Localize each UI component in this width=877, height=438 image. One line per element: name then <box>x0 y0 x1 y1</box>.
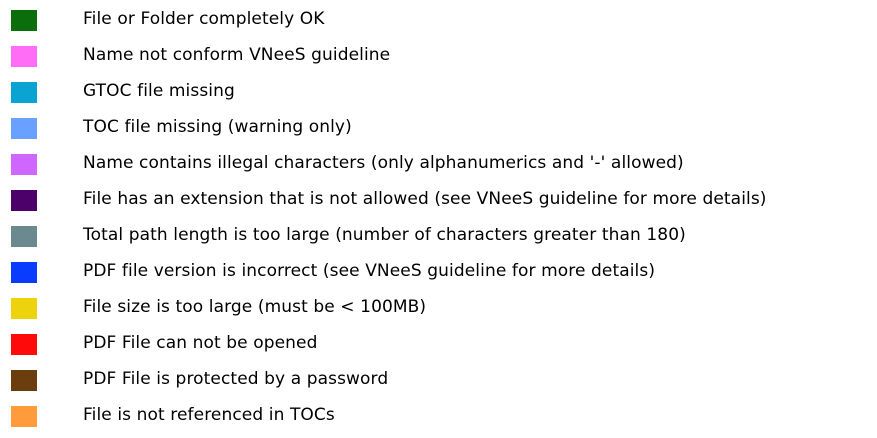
color-swatch-orange <box>11 406 37 427</box>
legend-item-extension-not-allowed: File has an extension that is not allowe… <box>0 186 877 222</box>
status-legend: File or Folder completely OK Name not co… <box>0 0 877 427</box>
legend-item-path-too-long: Total path length is too large (number o… <box>0 222 877 258</box>
legend-item-pdf-version: PDF file version is incorrect (see VNeeS… <box>0 258 877 294</box>
legend-item-name-not-conform: Name not conform VNeeS guideline <box>0 42 877 78</box>
legend-label: PDF file version is incorrect (see VNeeS… <box>83 261 656 281</box>
color-swatch-light-blue <box>11 118 37 139</box>
legend-label: TOC file missing (warning only) <box>83 117 352 137</box>
legend-label: Name not conform VNeeS guideline <box>83 45 391 65</box>
legend-item-gtoc-missing: GTOC file missing <box>0 78 877 114</box>
legend-item-pdf-cannot-open: PDF File can not be opened <box>0 330 877 366</box>
color-swatch-blue <box>11 262 37 283</box>
legend-label: File has an extension that is not allowe… <box>83 189 767 209</box>
legend-item-toc-missing: TOC file missing (warning only) <box>0 114 877 150</box>
legend-label: File or Folder completely OK <box>83 9 325 29</box>
legend-item-illegal-characters: Name contains illegal characters (only a… <box>0 150 877 186</box>
color-swatch-cyan <box>11 82 37 103</box>
color-swatch-slate <box>11 226 37 247</box>
color-swatch-pink <box>11 46 37 67</box>
legend-label: GTOC file missing <box>83 81 235 101</box>
legend-item-not-referenced: File is not referenced in TOCs <box>0 402 877 438</box>
legend-label: Total path length is too large (number o… <box>83 225 686 245</box>
legend-label: Name contains illegal characters (only a… <box>83 153 684 173</box>
legend-label: File size is too large (must be < 100MB) <box>83 297 427 317</box>
color-swatch-brown <box>11 370 37 391</box>
legend-item-pdf-password: PDF File is protected by a password <box>0 366 877 402</box>
legend-label: PDF File is protected by a password <box>83 369 389 389</box>
color-swatch-green <box>11 10 37 31</box>
color-swatch-violet <box>11 154 37 175</box>
legend-label: File is not referenced in TOCs <box>83 405 335 425</box>
color-swatch-yellow <box>11 298 37 319</box>
color-swatch-red <box>11 334 37 355</box>
color-swatch-dark-purple <box>11 190 37 211</box>
legend-label: PDF File can not be opened <box>83 333 318 353</box>
legend-item-file-too-large: File size is too large (must be < 100MB) <box>0 294 877 330</box>
legend-item-ok: File or Folder completely OK <box>0 6 877 42</box>
